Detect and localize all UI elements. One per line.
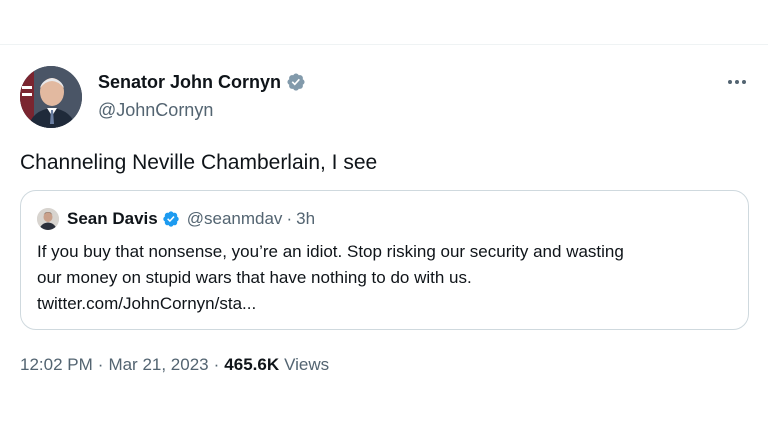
tweet-date[interactable]: Mar 21, 2023 bbox=[108, 354, 208, 376]
tweet-text: Channeling Neville Chamberlain, I see bbox=[20, 151, 378, 174]
quoted-text-line: If you buy that nonsense, you’re an idio… bbox=[37, 242, 624, 261]
views-label[interactable]: Views bbox=[284, 354, 329, 376]
author-avatar[interactable] bbox=[20, 66, 82, 128]
quoted-separator: · bbox=[286, 209, 293, 228]
quoted-link[interactable]: twitter.com/JohnCornyn/sta... bbox=[37, 291, 737, 317]
verified-badge-icon bbox=[287, 73, 305, 91]
author-name[interactable]: Senator John Cornyn bbox=[98, 70, 281, 94]
more-options-icon[interactable] bbox=[722, 72, 752, 92]
quoted-timestamp[interactable]: 3h bbox=[296, 208, 315, 230]
quoted-tweet-text: If you buy that nonsense, you’re an idio… bbox=[37, 239, 737, 317]
meta-separator: · bbox=[213, 355, 220, 374]
tweet-time[interactable]: 12:02 PM bbox=[20, 354, 93, 376]
top-divider bbox=[0, 44, 768, 45]
quoted-author-handle[interactable]: @seanmdav bbox=[187, 208, 283, 230]
author-handle[interactable]: @JohnCornyn bbox=[98, 98, 213, 122]
quoted-tweet-card[interactable]: Sean Davis @seanmdav · 3h If you buy tha… bbox=[20, 190, 749, 330]
verified-badge-icon bbox=[163, 211, 179, 227]
quoted-text-line: our money on stupid wars that have nothi… bbox=[37, 268, 472, 287]
quoted-author-name[interactable]: Sean Davis bbox=[67, 208, 158, 230]
tweet-meta-row: 12:02 PM · Mar 21, 2023 · 465.6K Views bbox=[20, 354, 329, 376]
views-count[interactable]: 465.6K bbox=[224, 354, 279, 376]
author-name-row[interactable]: Senator John Cornyn bbox=[98, 70, 306, 94]
quoted-tweet-header: Sean Davis @seanmdav · 3h bbox=[67, 208, 315, 230]
quoted-author-avatar[interactable] bbox=[37, 208, 59, 230]
meta-separator: · bbox=[97, 355, 104, 374]
